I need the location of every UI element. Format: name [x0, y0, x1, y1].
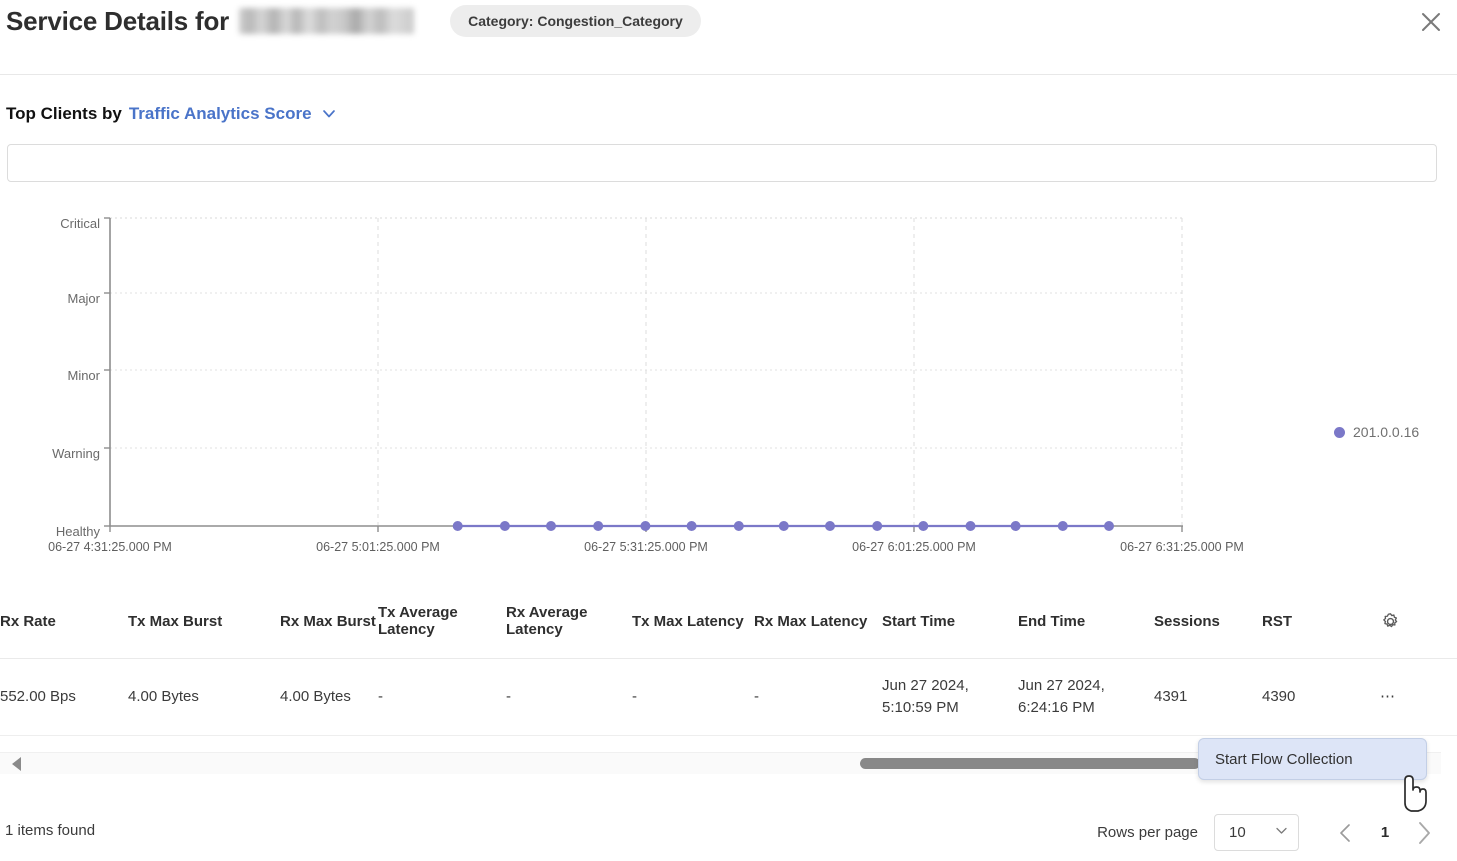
- metric-selector-label[interactable]: Traffic Analytics Score: [129, 104, 312, 124]
- x-tick-label: 06-27 6:01:25.000 PM: [852, 540, 976, 554]
- ellipsis-icon[interactable]: ⋯: [1380, 658, 1457, 736]
- chevron-down-icon[interactable]: [322, 107, 336, 121]
- cell-sessions: 4391: [1154, 658, 1262, 736]
- cell-rx-max-latency: -: [754, 658, 882, 736]
- chart-legend: 201.0.0.16: [1334, 424, 1419, 440]
- legend-color-swatch: [1334, 426, 1345, 438]
- column-header-sessions[interactable]: Sessions: [1154, 588, 1262, 659]
- pagination-controls: Rows per page 10 1: [1097, 814, 1441, 851]
- page-title: Service Details for: [6, 5, 230, 36]
- series-data-point[interactable]: [640, 521, 651, 531]
- start-time-date: Jun 27 2024,: [882, 677, 969, 694]
- chart-series-201-0-0-16: [452, 521, 1114, 531]
- column-header-tx-max-latency[interactable]: Tx Max Latency: [632, 588, 754, 659]
- cell-tx-max-latency: -: [632, 658, 754, 736]
- gear-icon[interactable]: [1380, 588, 1457, 659]
- cell-rx-rate: 552.00 Bps: [0, 658, 128, 736]
- rows-per-page-value: 10: [1229, 824, 1246, 841]
- column-header-start-time[interactable]: Start Time: [882, 588, 1018, 659]
- header-title-row: Service Details for Category: Congestion…: [6, 5, 701, 37]
- series-data-point[interactable]: [825, 521, 835, 531]
- series-data-point[interactable]: [593, 521, 604, 531]
- search-input[interactable]: [8, 145, 1436, 181]
- x-tick-label: 06-27 4:31:25.000 PM: [48, 540, 172, 554]
- row-actions-menu[interactable]: Start Flow Collection: [1198, 738, 1427, 780]
- table-header-row: Rx Rate Tx Max Burst Rx Max Burst Tx Ave…: [0, 588, 1457, 659]
- chart-svg: Critical Major Minor Warning Healthy 06-…: [48, 216, 1244, 554]
- current-page-number[interactable]: 1: [1363, 824, 1407, 841]
- clients-table-wrapper: Rx Rate Tx Max Burst Rx Max Burst Tx Ave…: [0, 588, 1457, 736]
- column-header-end-time[interactable]: End Time: [1018, 588, 1154, 659]
- cell-tx-average-latency: -: [378, 658, 506, 736]
- x-tick-label: 06-27 5:31:25.000 PM: [584, 540, 708, 554]
- series-data-point[interactable]: [1057, 521, 1068, 531]
- column-header-rx-max-latency[interactable]: Rx Max Latency: [754, 588, 882, 659]
- rows-per-page-select[interactable]: 10: [1214, 814, 1299, 851]
- series-data-point[interactable]: [546, 521, 556, 531]
- y-tick-label: Minor: [67, 368, 100, 383]
- items-found-label: 1 items found: [5, 822, 96, 839]
- redacted-service-name: [239, 8, 415, 34]
- chevron-left-icon[interactable]: [1329, 816, 1363, 850]
- chart-gridlines-vertical: [377, 218, 1183, 525]
- rows-per-page-label: Rows per page: [1097, 824, 1198, 841]
- x-tick-label: 06-27 5:01:25.000 PM: [316, 540, 440, 554]
- y-tick-label: Major: [67, 291, 100, 306]
- cell-rx-average-latency: -: [506, 658, 632, 736]
- service-details-panel: Service Details for Category: Congestion…: [0, 0, 1457, 861]
- panel-header: Service Details for Category: Congestion…: [0, 0, 1457, 75]
- series-data-point[interactable]: [918, 521, 929, 531]
- series-data-point[interactable]: [733, 521, 744, 531]
- cell-rx-max-burst: 4.00 Bytes: [280, 658, 378, 736]
- close-icon[interactable]: [1415, 6, 1447, 38]
- legend-label[interactable]: 201.0.0.16: [1353, 424, 1419, 440]
- series-data-point[interactable]: [1104, 521, 1114, 531]
- column-header-rx-average-latency[interactable]: Rx Average Latency: [506, 588, 632, 659]
- table-footer: 1 items found Rows per page 10 1: [0, 808, 1457, 861]
- column-header-rst[interactable]: RST: [1262, 588, 1380, 659]
- search-input-wrapper[interactable]: [7, 144, 1437, 182]
- column-header-rx-max-burst[interactable]: Rx Max Burst: [280, 588, 378, 659]
- column-header-tx-average-latency[interactable]: Tx Average Latency: [378, 588, 506, 659]
- series-data-point[interactable]: [778, 521, 789, 531]
- traffic-analytics-chart: Critical Major Minor Warning Healthy 06-…: [0, 200, 1457, 565]
- y-tick-label: Critical: [60, 216, 100, 231]
- end-time-date: Jun 27 2024,: [1018, 677, 1105, 694]
- series-data-point[interactable]: [1010, 521, 1021, 531]
- start-time-clock: 5:10:59 PM: [882, 698, 959, 716]
- series-data-point[interactable]: [872, 521, 883, 531]
- column-header-rx-rate[interactable]: Rx Rate: [0, 588, 128, 659]
- series-data-point[interactable]: [686, 521, 697, 531]
- cell-tx-max-burst: 4.00 Bytes: [128, 658, 280, 736]
- scroll-left-arrow-icon[interactable]: [12, 757, 21, 771]
- table-row[interactable]: 552.00 Bps 4.00 Bytes 4.00 Bytes - - - -…: [0, 658, 1457, 736]
- cell-rst: 4390: [1262, 658, 1380, 736]
- chart-y-ticks: [104, 217, 110, 527]
- clients-table: Rx Rate Tx Max Burst Rx Max Burst Tx Ave…: [0, 588, 1457, 736]
- column-header-tx-max-burst[interactable]: Tx Max Burst: [128, 588, 280, 659]
- chevron-down-icon: [1274, 823, 1289, 842]
- top-clients-label: Top Clients by: [6, 104, 122, 123]
- scrollbar-thumb[interactable]: [860, 758, 1200, 769]
- menu-item-start-flow-collection[interactable]: Start Flow Collection: [1199, 751, 1353, 768]
- series-data-point[interactable]: [452, 521, 463, 531]
- end-time-clock: 6:24:16 PM: [1018, 698, 1095, 716]
- x-tick-label: 06-27 6:31:25.000 PM: [1120, 540, 1244, 554]
- cell-start-time: Jun 27 2024, 5:10:59 PM: [882, 658, 1018, 736]
- top-clients-heading: Top Clients by Traffic Analytics Score: [6, 104, 336, 124]
- series-data-point[interactable]: [499, 521, 510, 531]
- chevron-right-icon[interactable]: [1407, 816, 1441, 850]
- series-data-point[interactable]: [965, 521, 976, 531]
- category-chip: Category: Congestion_Category: [450, 5, 701, 37]
- cell-end-time: Jun 27 2024, 6:24:16 PM: [1018, 658, 1154, 736]
- y-tick-label: Healthy: [56, 524, 101, 539]
- y-tick-label: Warning: [52, 446, 100, 461]
